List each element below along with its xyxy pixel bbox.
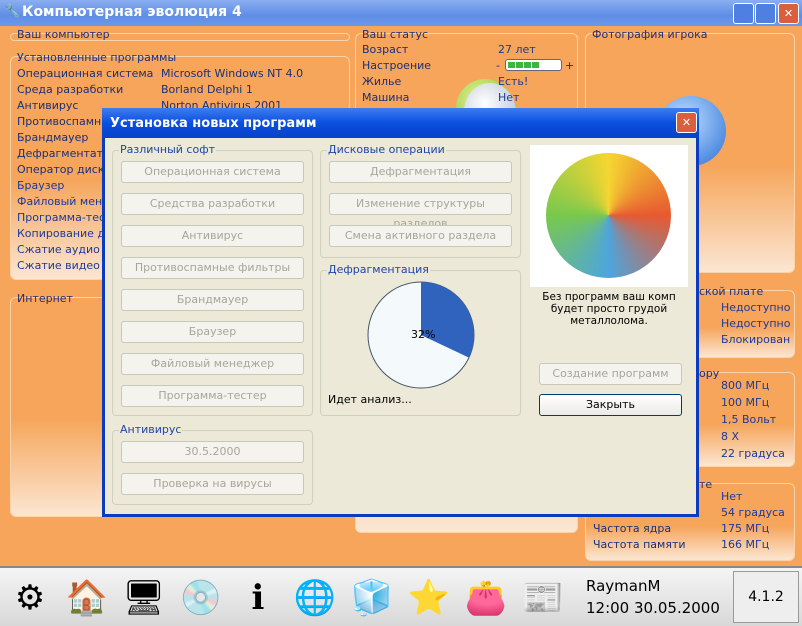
newspaper-icon[interactable]: 📰 xyxy=(521,576,565,620)
kde-icon[interactable]: ⚙ xyxy=(8,576,52,620)
soft-install-button[interactable]: Программа-тестер xyxy=(121,385,304,407)
mb-value: Блокирован xyxy=(721,333,791,346)
soft-group: Различный софт Операционная система Средс… xyxy=(112,143,313,416)
mood-minus[interactable]: - xyxy=(496,59,500,72)
video-label: Частота памяти xyxy=(593,538,686,551)
defrag-group: Дефрагментация 32% Идет анализ... xyxy=(320,263,521,416)
video-value: 54 градуса xyxy=(721,506,785,519)
program-label: Программа-тест xyxy=(17,211,112,224)
program-label: Среда разработки xyxy=(17,83,124,96)
soft-install-button[interactable]: Браузер xyxy=(121,321,304,343)
photo-title: Фотография игрока xyxy=(592,28,708,41)
installed-title: Установленные программы xyxy=(17,51,177,64)
program-label: Сжатие аудио xyxy=(17,243,100,256)
status-title: Ваш статус xyxy=(362,28,429,41)
cpu-value: 8 X xyxy=(721,430,740,443)
mb-value: Недоступно xyxy=(721,301,791,314)
program-label: Брандмауер xyxy=(17,131,89,144)
dialog-close-text-button[interactable]: Закрыть xyxy=(539,394,682,416)
cpu-value: 22 градуса xyxy=(721,447,785,460)
defrag-group-title: Дефрагментация xyxy=(327,263,430,276)
wallet-icon[interactable]: 👛 xyxy=(464,576,508,620)
maximize-button[interactable] xyxy=(755,3,776,24)
version-box: 4.1.2 xyxy=(733,571,799,623)
status-label: Жилье xyxy=(362,75,402,88)
video-value: Нет xyxy=(721,490,743,503)
antivirus-group-title: Антивирус xyxy=(119,423,183,436)
cpu-value: 1,5 Вольт xyxy=(721,413,777,426)
program-label: Копирование д xyxy=(17,227,106,240)
mood-bar xyxy=(505,59,562,71)
logo-image xyxy=(530,145,688,287)
window-titlebar: 🔧 Компьютерная эволюция 4 xyxy=(0,0,802,26)
virus-scan-button[interactable]: Проверка на вирусы xyxy=(121,473,304,495)
close-button[interactable]: ✕ xyxy=(778,3,799,24)
program-label: Файловый мене xyxy=(17,195,109,208)
program-label: Операционная система xyxy=(17,67,154,80)
soft-install-button[interactable]: Операционная система xyxy=(121,161,304,183)
window-title: Компьютерная эволюция 4 xyxy=(22,4,242,20)
soft-install-button[interactable]: Антивирус xyxy=(121,225,304,247)
taskbar: ⚙ 🏠 🖥 💿 ℹ 🌐 🧊 ⭐ 👛 📰 RaymanM 12:00 30.05.2000 4.1.… xyxy=(0,566,802,626)
computer-panel: Ваш компьютер xyxy=(10,28,350,41)
soft-install-button[interactable]: Средства разработки xyxy=(121,193,304,215)
motherboard-title: ской плате xyxy=(699,285,764,298)
dialog-titlebar: Установка новых программ xyxy=(102,108,699,138)
program-label: Антивирус xyxy=(17,99,79,112)
cpu-value: 800 МГц xyxy=(721,379,770,392)
video-title: те xyxy=(699,478,713,491)
video-value: 166 МГц xyxy=(721,538,770,551)
cpu-value: 100 МГц xyxy=(721,396,770,409)
date-time: 12:00 30.05.2000 xyxy=(586,599,720,617)
disk-group: Дисковые операции Дефрагментация Изменени… xyxy=(320,143,521,258)
status-value: 27 лет xyxy=(498,43,536,56)
cpu-title: ору xyxy=(699,367,720,380)
create-programs-button[interactable]: Создание программ xyxy=(539,363,682,385)
status-value: Нет xyxy=(498,91,520,104)
video-label: Частота ядра xyxy=(593,522,672,535)
soft-group-title: Различный софт xyxy=(119,143,217,156)
status-label: Машина xyxy=(362,91,410,104)
wrench-icon: 🔧 xyxy=(4,4,21,19)
soft-install-button[interactable]: Брандмауер xyxy=(121,289,304,311)
computer-icon[interactable]: 🖥 xyxy=(122,576,166,620)
home-icon[interactable]: 🏠 xyxy=(65,576,109,620)
antivirus-group: Антивирус 30.5.2000 Проверка на вирусы xyxy=(112,423,313,505)
program-value: Microsoft Windows NT 4.0 xyxy=(161,67,304,80)
status-label: Возраст xyxy=(362,43,409,56)
disk-operation-button[interactable]: Дефрагментация xyxy=(329,161,512,183)
install-dialog: Установка новых программ ✕ Различный соф… xyxy=(102,108,699,517)
defrag-status: Идет анализ... xyxy=(328,393,412,406)
mood-plus[interactable]: + xyxy=(565,59,574,72)
status-label: Настроение xyxy=(362,59,432,72)
swirl-logo-icon xyxy=(546,153,671,278)
disk-operation-button[interactable]: Изменение структуры разделов xyxy=(329,193,512,230)
internet-title: Интернет xyxy=(17,292,73,305)
install-icon[interactable]: 💿 xyxy=(179,576,223,620)
defrag-percent: 32% xyxy=(411,328,436,341)
mb-value: Недоступно xyxy=(721,317,791,330)
disk-operation-button[interactable]: Смена активного раздела xyxy=(329,225,512,247)
program-label: Противоспамны xyxy=(17,115,110,128)
antivirus-date-button[interactable]: 30.5.2000 xyxy=(121,441,304,463)
dialog-close-button[interactable]: ✕ xyxy=(676,112,697,133)
cubes-icon[interactable]: 🧊 xyxy=(350,576,394,620)
minimize-button[interactable] xyxy=(733,3,754,24)
program-label: Браузер xyxy=(17,179,65,192)
computer-panel-title: Ваш компьютер xyxy=(17,28,110,41)
video-value: 175 МГц xyxy=(721,522,770,535)
program-label: Оператор диско xyxy=(17,163,112,176)
soft-install-button[interactable]: Противоспамные фильтры xyxy=(121,257,304,279)
user-name: RaymanM xyxy=(586,577,661,595)
star-icon[interactable]: ⭐ xyxy=(407,576,451,620)
program-value: Borland Delphi 1 xyxy=(161,83,253,96)
soft-install-button[interactable]: Файловый менеджер xyxy=(121,353,304,375)
dialog-caption: Без программ ваш комп будет просто грудо… xyxy=(542,291,676,327)
program-label: Сжатие видео xyxy=(17,259,100,272)
globe-icon[interactable]: 🌐 xyxy=(293,576,337,620)
status-value: Есть! xyxy=(498,75,529,88)
disk-group-title: Дисковые операции xyxy=(327,143,446,156)
info-board-icon[interactable]: ℹ xyxy=(236,576,280,620)
dialog-title: Установка новых программ xyxy=(110,116,317,131)
